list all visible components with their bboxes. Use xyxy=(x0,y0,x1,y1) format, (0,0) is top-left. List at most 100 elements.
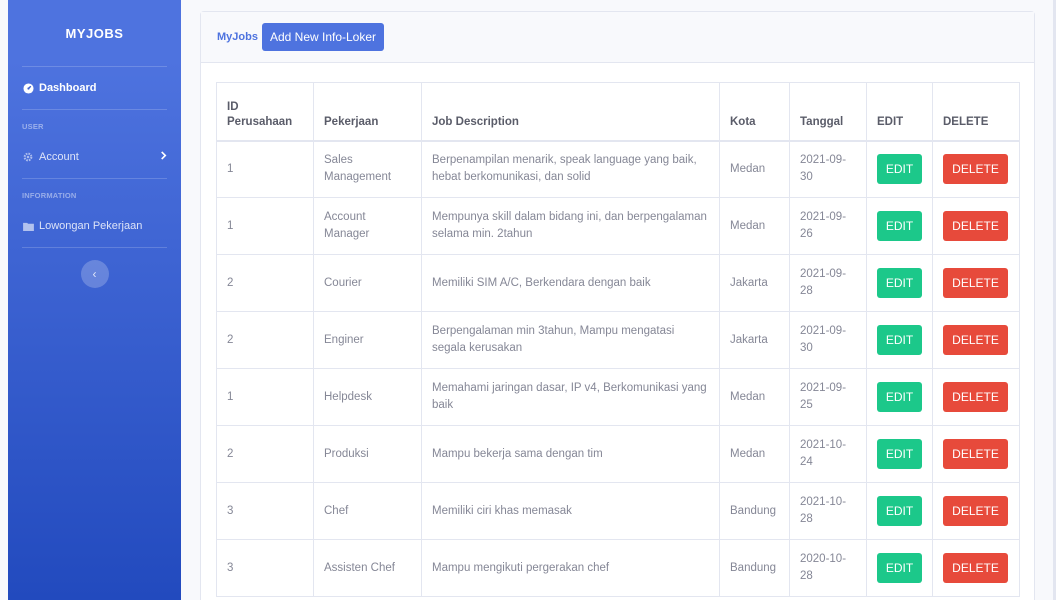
cell-delete: DELETE xyxy=(932,197,1020,255)
cell-id: 3 xyxy=(216,539,314,597)
delete-button[interactable]: DELETE xyxy=(943,325,1008,355)
column-header: EDIT xyxy=(866,82,933,142)
cell-delete: DELETE xyxy=(932,311,1020,369)
edit-button[interactable]: EDIT xyxy=(877,268,922,298)
delete-button[interactable]: DELETE xyxy=(943,211,1008,241)
sidebar-item-label: Account xyxy=(39,151,79,163)
chevron-left-icon: ‹ xyxy=(92,267,97,281)
table-row: 1 Helpdesk Memahami jaringan dasar, IP v… xyxy=(216,368,1020,426)
cell-edit: EDIT xyxy=(866,197,933,255)
sidebar-item-account[interactable]: Account xyxy=(8,136,181,178)
table-header-row: ID Perusahaan Pekerjaan Job Description … xyxy=(216,82,1020,142)
cell-kota: Bandung xyxy=(719,482,790,540)
column-header: DELETE xyxy=(932,82,1020,142)
table-row: 1 Sales Management Berpenampilan menarik… xyxy=(216,140,1020,198)
table-row: 2 Courier Memiliki SIM A/C, Berkendara d… xyxy=(216,254,1020,312)
cell-kota: Jakarta xyxy=(719,254,790,312)
delete-button[interactable]: DELETE xyxy=(943,439,1008,469)
sidebar-item-label: Dashboard xyxy=(39,82,97,94)
column-header: Kota xyxy=(719,82,790,142)
cell-description: Memiliki SIM A/C, Berkendara dengan baik xyxy=(421,254,720,312)
sidebar-item-lowongan[interactable]: Lowongan Pekerjaan xyxy=(8,205,181,247)
cell-description: Berpengalaman min 3tahun, Mampu mengatas… xyxy=(421,311,720,369)
cell-tanggal: 2021-10-28 xyxy=(789,482,867,540)
column-header: ID Perusahaan xyxy=(216,82,314,142)
cell-edit: EDIT xyxy=(866,539,933,597)
gear-icon xyxy=(22,151,34,163)
cell-kota: Medan xyxy=(719,140,790,198)
cell-tanggal: 2021-09-25 xyxy=(789,368,867,426)
cell-kota: Jakarta xyxy=(719,311,790,369)
delete-button[interactable]: DELETE xyxy=(943,382,1008,412)
cell-description: Mempunya skill dalam bidang ini, dan ber… xyxy=(421,197,720,255)
cell-kota: Medan xyxy=(719,197,790,255)
cell-kota: Medan xyxy=(719,425,790,483)
table-row: 3 Assisten Chef Mampu mengikuti pergerak… xyxy=(216,539,1020,597)
cell-delete: DELETE xyxy=(932,254,1020,312)
cell-id: 2 xyxy=(216,254,314,312)
edit-button[interactable]: EDIT xyxy=(877,325,922,355)
cell-id: 2 xyxy=(216,425,314,483)
cell-description: Mampu bekerja sama dengan tim xyxy=(421,425,720,483)
sidebar-toggle-button[interactable]: ‹ xyxy=(80,260,109,288)
cell-kota: Bandung xyxy=(719,539,790,597)
cell-edit: EDIT xyxy=(866,425,933,483)
cell-edit: EDIT xyxy=(866,254,933,312)
cell-pekerjaan: Assisten Chef xyxy=(313,539,422,597)
edit-button[interactable]: EDIT xyxy=(877,553,922,583)
table-row: 1 Account Manager Mempunya skill dalam b… xyxy=(216,197,1020,255)
edit-button[interactable]: EDIT xyxy=(877,382,922,412)
cell-delete: DELETE xyxy=(932,368,1020,426)
column-header: Pekerjaan xyxy=(313,82,422,142)
cell-id: 2 xyxy=(216,311,314,369)
cell-kota: Medan xyxy=(719,368,790,426)
cell-tanggal: 2021-09-30 xyxy=(789,140,867,198)
jobs-card: MyJobs Add New Info-Loker ID Perusahaan … xyxy=(200,11,1035,600)
cell-description: Memiliki ciri khas memasak xyxy=(421,482,720,540)
cell-description: Memahami jaringan dasar, IP v4, Berkomun… xyxy=(421,368,720,426)
delete-button[interactable]: DELETE xyxy=(943,553,1008,583)
cell-description: Mampu mengikuti pergerakan chef xyxy=(421,539,720,597)
table-row: 2 Enginer Berpengalaman min 3tahun, Mamp… xyxy=(216,311,1020,369)
cell-tanggal: 2021-09-30 xyxy=(789,311,867,369)
delete-button[interactable]: DELETE xyxy=(943,268,1008,298)
cell-pekerjaan: Helpdesk xyxy=(313,368,422,426)
cell-pekerjaan: Produksi xyxy=(313,425,422,483)
sidebar-heading-information: INFORMATION xyxy=(22,191,77,200)
sidebar-divider xyxy=(22,247,167,248)
chevron-right-icon xyxy=(160,151,167,163)
cell-pekerjaan: Chef xyxy=(313,482,422,540)
card-title: MyJobs xyxy=(217,31,258,43)
column-header: Tanggal xyxy=(789,82,867,142)
jobs-table: ID Perusahaan Pekerjaan Job Description … xyxy=(216,82,1020,597)
sidebar: MYJOBS Dashboard USER Account INFORMATIO… xyxy=(8,0,181,600)
cell-pekerjaan: Account Manager xyxy=(313,197,422,255)
folder-icon xyxy=(22,220,34,232)
sidebar-brand[interactable]: MYJOBS xyxy=(8,0,181,66)
cell-edit: EDIT xyxy=(866,482,933,540)
dashboard-icon xyxy=(22,82,34,94)
edit-button[interactable]: EDIT xyxy=(877,496,922,526)
cell-tanggal: 2021-09-28 xyxy=(789,254,867,312)
cell-pekerjaan: Courier xyxy=(313,254,422,312)
cell-description: Berpenampilan menarik, speak language ya… xyxy=(421,140,720,198)
table-wrapper: ID Perusahaan Pekerjaan Job Description … xyxy=(216,82,1021,597)
column-header: Job Description xyxy=(421,82,720,142)
sidebar-heading-user: USER xyxy=(22,122,44,131)
card-header: MyJobs Add New Info-Loker xyxy=(201,12,1034,63)
delete-button[interactable]: DELETE xyxy=(943,154,1008,185)
cell-edit: EDIT xyxy=(866,311,933,369)
table-row: 3 Chef Memiliki ciri khas memasak Bandun… xyxy=(216,482,1020,540)
delete-button[interactable]: DELETE xyxy=(943,496,1008,526)
edit-button[interactable]: EDIT xyxy=(877,211,922,241)
cell-id: 3 xyxy=(216,482,314,540)
edit-button[interactable]: EDIT xyxy=(877,154,922,185)
cell-id: 1 xyxy=(216,368,314,426)
cell-edit: EDIT xyxy=(866,368,933,426)
add-new-info-loker-button[interactable]: Add New Info-Loker xyxy=(261,23,385,51)
cell-edit: EDIT xyxy=(866,140,933,198)
sidebar-item-dashboard[interactable]: Dashboard xyxy=(8,67,181,109)
cell-delete: DELETE xyxy=(932,425,1020,483)
cell-id: 1 xyxy=(216,140,314,198)
edit-button[interactable]: EDIT xyxy=(877,439,922,469)
